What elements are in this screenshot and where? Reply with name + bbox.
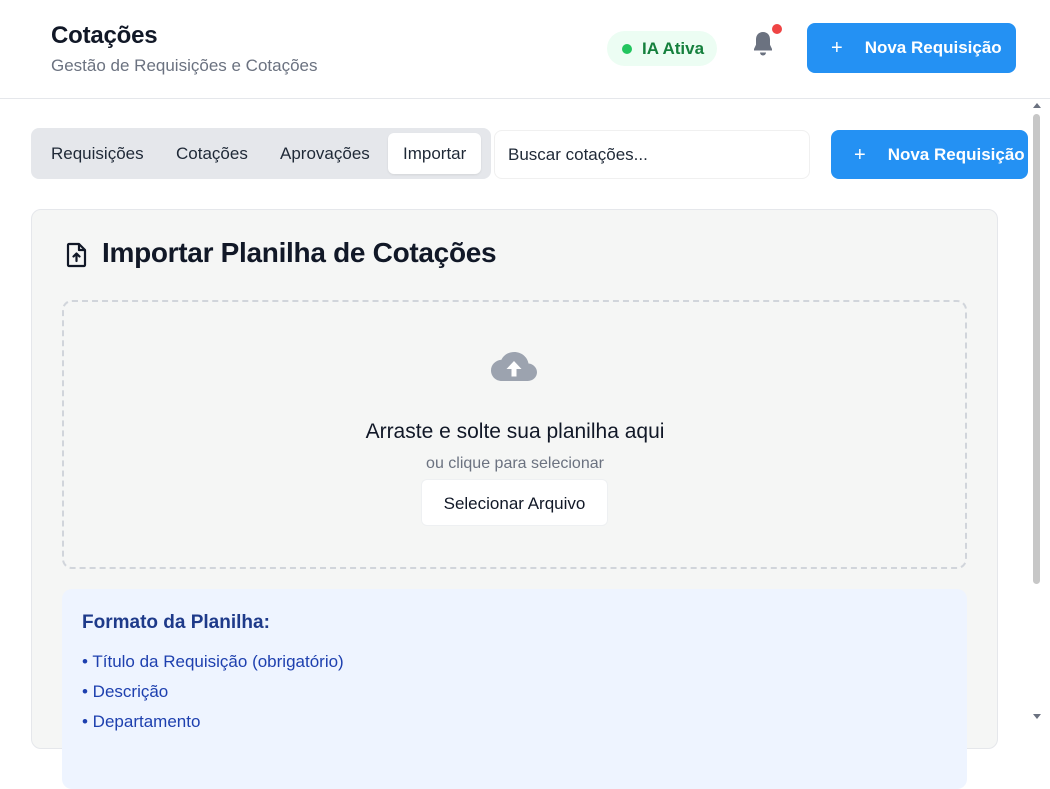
dropzone-subtitle: ou clique para selecionar xyxy=(426,455,604,472)
bell-icon-svg xyxy=(754,32,772,56)
list-item: • Descrição xyxy=(82,682,169,701)
format-title: Formato da Planilha: xyxy=(82,612,270,633)
page-title: Cotações xyxy=(51,22,158,49)
ai-status-badge: IA Ativa xyxy=(607,31,717,66)
list-item: • Departamento xyxy=(82,712,201,731)
header-new-requisition-label: Nova Requisição xyxy=(864,38,1002,57)
list-item: • Título da Requisição (obrigatório) xyxy=(82,652,344,671)
scrollbar-thumb[interactable] xyxy=(1033,114,1040,584)
cloud-upload-icon xyxy=(491,352,537,381)
page-subtitle: Gestão de Requisições e Cotações xyxy=(51,56,318,75)
select-file-button[interactable]: Selecionar Arquivo xyxy=(421,479,608,526)
ai-status-label: IA Ativa xyxy=(642,38,705,58)
tab-requisicoes[interactable]: Requisições xyxy=(36,133,159,174)
notification-badge xyxy=(772,24,782,34)
tab-bar: Requisições Cotações Aprovações Importar xyxy=(31,128,491,179)
dropzone-title: Arraste e solte sua planilha aqui xyxy=(365,420,665,443)
scroll-up-arrow-icon[interactable] xyxy=(1033,103,1041,108)
header-new-requisition-button[interactable]: + Nova Requisição xyxy=(807,23,1016,73)
plus-icon: + xyxy=(854,143,866,166)
status-dot-icon xyxy=(622,43,632,54)
tab-cotacoes[interactable]: Cotações xyxy=(161,133,263,174)
format-list: • Título da Requisição (obrigatório) • D… xyxy=(82,650,344,740)
new-requisition-button[interactable]: + Nova Requisição xyxy=(831,130,1028,179)
import-card-title: Importar Planilha de Cotações xyxy=(102,237,497,268)
tab-importar[interactable]: Importar xyxy=(388,133,482,174)
new-requisition-label: Nova Requisição xyxy=(887,144,1025,164)
file-upload-icon xyxy=(66,242,87,268)
plus-icon: + xyxy=(831,37,843,59)
tab-aprovacoes[interactable]: Aprovações xyxy=(265,133,385,174)
search-input[interactable] xyxy=(494,130,810,179)
app-header: Cotações Gestão de Requisições e Cotaçõe… xyxy=(0,0,1050,99)
scroll-down-arrow-icon[interactable] xyxy=(1033,714,1041,719)
